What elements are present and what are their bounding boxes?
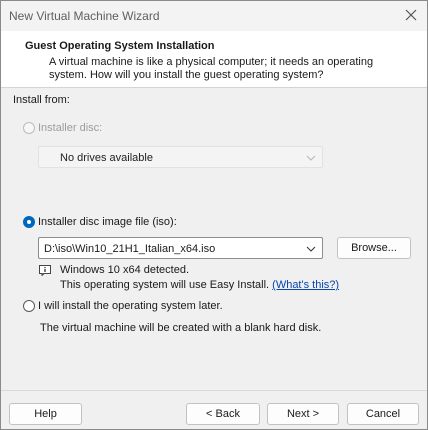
window-title: New Virtual Machine Wizard	[9, 9, 160, 23]
browse-button[interactable]: Browse...	[337, 237, 411, 259]
whats-this-link[interactable]: (What's this?)	[272, 279, 339, 291]
iso-label: Installer disc image file (iso):	[38, 216, 177, 228]
help-button[interactable]: Help	[9, 403, 82, 425]
easy-install-line: This operating system will use Easy Inst…	[60, 279, 339, 291]
install-later-option[interactable]: I will install the operating system late…	[23, 300, 223, 312]
page-description: A virtual machine is like a physical com…	[49, 56, 374, 81]
install-from-label: Install from:	[13, 94, 70, 106]
detected-text: Windows 10 x64 detected.	[60, 264, 190, 276]
title-bar: New Virtual Machine Wizard	[1, 1, 427, 31]
install-later-radio[interactable]	[23, 300, 35, 312]
info-icon	[39, 265, 51, 276]
install-later-description: The virtual machine will be created with…	[40, 322, 322, 334]
footer-divider	[1, 390, 427, 391]
back-button[interactable]: < Back	[186, 403, 260, 425]
installer-disc-radio[interactable]	[23, 122, 35, 134]
iso-path-combobox[interactable]: D:\iso\Win10_21H1_Italian_x64.iso	[38, 237, 323, 259]
close-icon[interactable]	[403, 7, 419, 23]
installer-disc-option[interactable]: Installer disc:	[23, 122, 102, 134]
chevron-down-icon[interactable]	[306, 245, 316, 253]
drive-select[interactable]: No drives available	[38, 146, 323, 168]
iso-path-value: D:\iso\Win10_21H1_Italian_x64.iso	[44, 243, 216, 255]
iso-option[interactable]: Installer disc image file (iso):	[23, 216, 177, 228]
install-later-label: I will install the operating system late…	[38, 300, 223, 312]
cancel-button[interactable]: Cancel	[347, 403, 419, 425]
easy-install-text: This operating system will use Easy Inst…	[60, 279, 270, 291]
wizard-header: Guest Operating System Installation A vi…	[1, 31, 427, 88]
next-button[interactable]: Next >	[267, 403, 339, 425]
iso-radio[interactable]	[23, 216, 35, 228]
wizard-window: New Virtual Machine Wizard Guest Operati…	[0, 0, 428, 430]
chevron-down-icon	[306, 155, 316, 161]
drive-select-value: No drives available	[60, 152, 153, 164]
installer-disc-label: Installer disc:	[38, 122, 103, 134]
page-title: Guest Operating System Installation	[25, 40, 215, 52]
